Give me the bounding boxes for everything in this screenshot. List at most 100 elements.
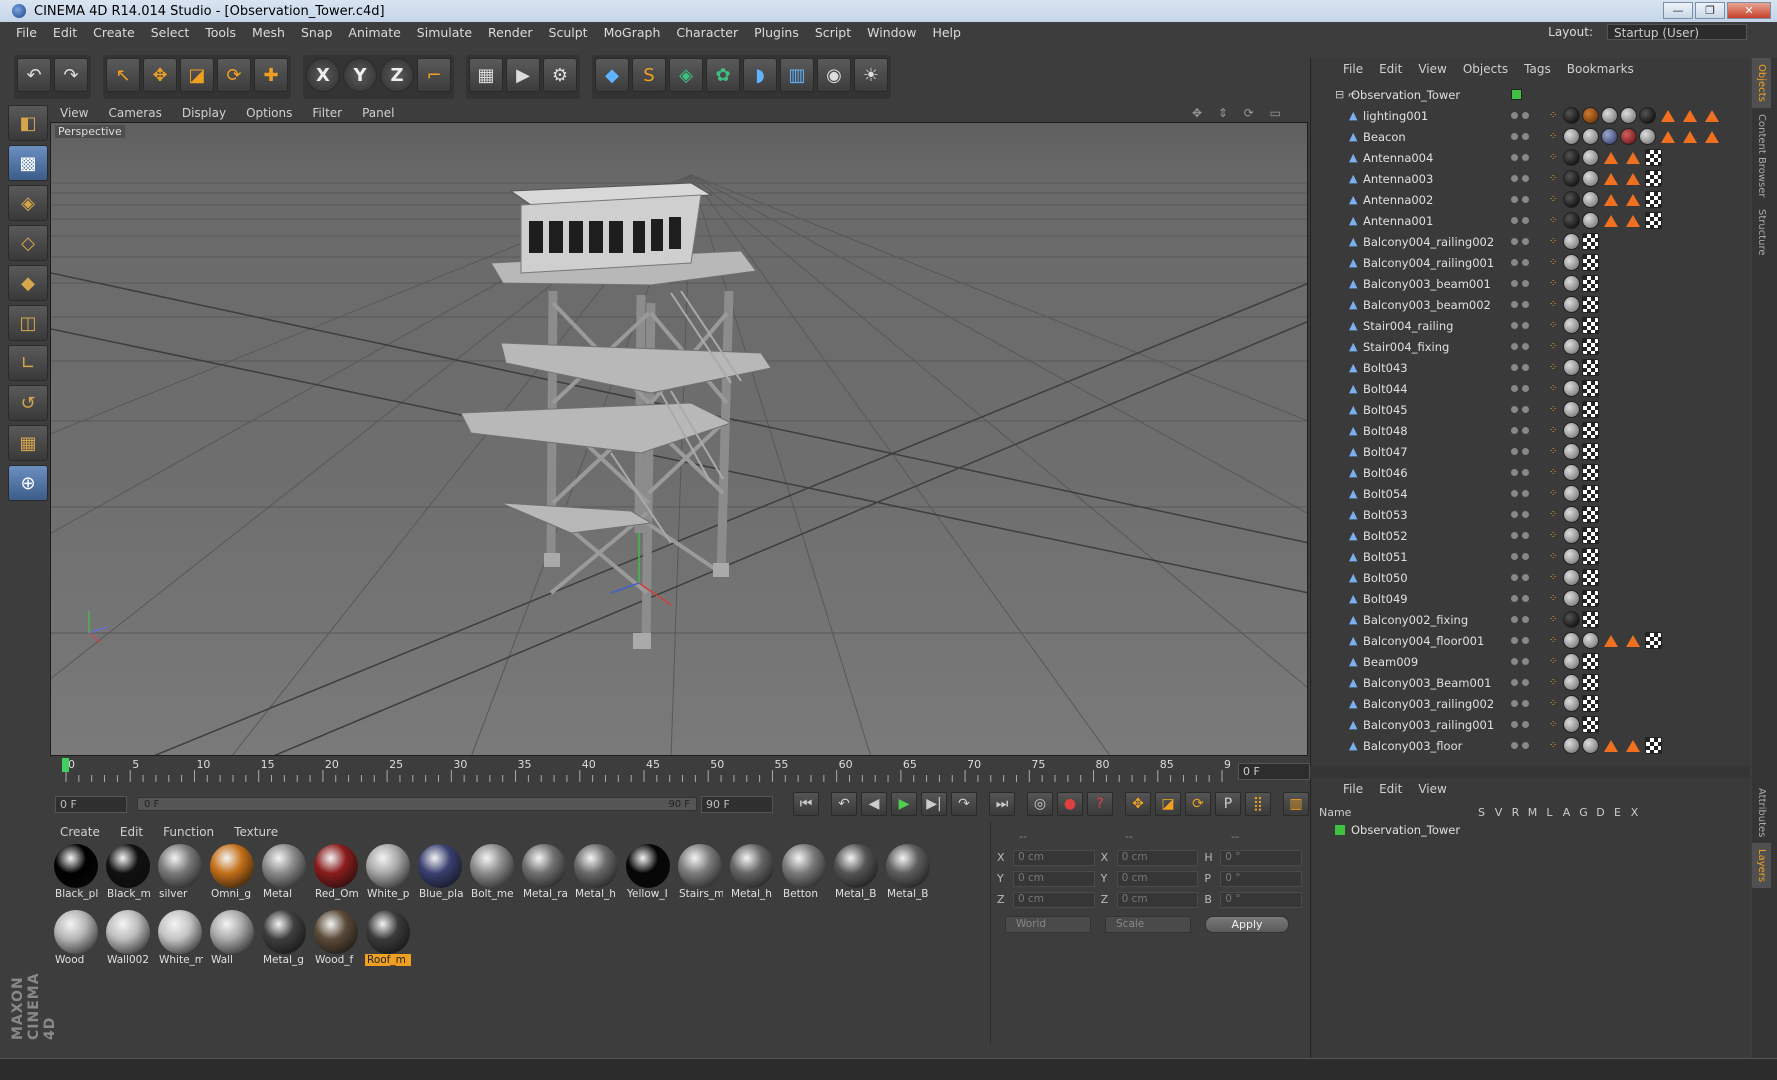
texture-tag-icon[interactable] [1626, 193, 1641, 206]
undo-button[interactable]: ↶ [17, 58, 51, 92]
object-row[interactable]: ▲ Bolt054 ⁘ [1311, 483, 1741, 504]
material-tag-icon[interactable] [1563, 212, 1581, 229]
axis-mode-icon[interactable]: ↺ [8, 385, 48, 421]
visibility-dots[interactable] [1511, 406, 1539, 413]
viewport-menu-cameras[interactable]: Cameras [98, 106, 171, 120]
viewport-nav-icons[interactable]: ✥ ⇕ ⟳ ▭ [1182, 106, 1297, 120]
phong-tag-icon[interactable]: ⁘ [1549, 173, 1557, 184]
texture-tag-icon[interactable] [1604, 739, 1619, 752]
record-position-toggle[interactable]: ✥ [1125, 792, 1151, 816]
record-scale-toggle[interactable]: ◪ [1155, 792, 1181, 816]
uvw-tag-icon[interactable] [1582, 296, 1600, 313]
viewport-menu-view[interactable]: View [50, 106, 98, 120]
visibility-dots[interactable] [1511, 658, 1539, 665]
visibility-dots[interactable] [1511, 595, 1539, 602]
material-tag-icon[interactable] [1601, 107, 1619, 124]
uvw-tag-icon[interactable] [1582, 443, 1600, 460]
visibility-dots[interactable] [1511, 364, 1539, 371]
material-menu-texture[interactable]: Texture [224, 825, 288, 839]
next-frame-button[interactable]: ▶| [921, 792, 947, 816]
render-settings-button[interactable]: ⚙ [543, 58, 577, 92]
texture-tag-icon[interactable] [1604, 172, 1619, 185]
texture-tag-icon[interactable] [1705, 109, 1720, 122]
material-swatch[interactable]: Wall002 [105, 910, 151, 970]
phong-tag-icon[interactable]: ⁘ [1549, 593, 1557, 604]
material-tag-icon[interactable] [1563, 485, 1581, 502]
tab-layers[interactable]: Layers [1752, 843, 1771, 889]
visibility-dots[interactable] [1511, 616, 1539, 623]
uvw-tag-icon[interactable] [1582, 569, 1600, 586]
texture-tag-icon[interactable] [1604, 193, 1619, 206]
material-tag-icon[interactable] [1563, 611, 1581, 628]
minimize-button[interactable]: — [1663, 2, 1693, 19]
material-swatch[interactable]: Metal_B [833, 844, 879, 904]
record-pla-toggle[interactable]: ⣿ [1245, 792, 1271, 816]
material-tag-icon[interactable] [1563, 674, 1581, 691]
material-menu-create[interactable]: Create [50, 825, 110, 839]
rotation-p-field[interactable]: 0 ° [1220, 870, 1302, 887]
object-row[interactable]: ▲ Antenna003 ⁘ [1311, 168, 1741, 189]
phong-tag-icon[interactable]: ⁘ [1549, 236, 1557, 247]
object-tree-root[interactable]: ⊟ ⌐ Observation_Tower [1311, 84, 1741, 105]
texture-tag-icon[interactable] [1604, 151, 1619, 164]
material-tag-icon[interactable] [1563, 254, 1581, 271]
visibility-dots[interactable] [1511, 721, 1539, 728]
uvw-tag-icon[interactable] [1582, 275, 1600, 292]
menu-edit[interactable]: Edit [45, 25, 85, 40]
material-tag-icon[interactable] [1563, 695, 1581, 712]
phong-tag-icon[interactable]: ⁘ [1549, 635, 1557, 646]
move-tool[interactable]: ✥ [143, 58, 177, 92]
visibility-dots[interactable] [1511, 259, 1539, 266]
size-y-field[interactable]: 0 cm [1116, 870, 1199, 887]
phong-tag-icon[interactable]: ⁘ [1549, 131, 1557, 142]
material-tag-icon[interactable] [1582, 212, 1600, 229]
layer-menu-file[interactable]: File [1335, 782, 1371, 796]
object-row[interactable]: ▲ lighting001 ⁘ [1311, 105, 1741, 126]
object-row[interactable]: ▲ Bolt048 ⁘ [1311, 420, 1741, 441]
object-row[interactable]: ▲ Balcony003_railing002 ⁘ [1311, 693, 1741, 714]
camera-button[interactable]: ◉ [817, 58, 851, 92]
visibility-dots[interactable] [1511, 679, 1539, 686]
material-swatch[interactable]: Wood [53, 910, 99, 970]
uvw-tag-icon[interactable] [1582, 716, 1600, 733]
layout-select[interactable]: Startup (User) [1607, 24, 1747, 40]
phong-tag-icon[interactable]: ⁘ [1549, 719, 1557, 730]
material-tag-icon[interactable] [1563, 128, 1581, 145]
phong-tag-icon[interactable]: ⁘ [1549, 698, 1557, 709]
material-swatch[interactable]: Red_Om [313, 844, 359, 904]
viewport-menu-panel[interactable]: Panel [352, 106, 404, 120]
object-row[interactable]: ▲ Bolt045 ⁘ [1311, 399, 1741, 420]
phong-tag-icon[interactable]: ⁘ [1549, 278, 1557, 289]
object-row[interactable]: ▲ Balcony004_floor001 ⁘ [1311, 630, 1741, 651]
visibility-dots[interactable] [1511, 385, 1539, 392]
record-parameter-toggle[interactable]: P [1215, 792, 1241, 816]
timeline-playhead[interactable] [62, 758, 69, 772]
visibility-dots[interactable] [1511, 154, 1539, 161]
record-rotation-toggle[interactable]: ⟳ [1185, 792, 1211, 816]
spline-button[interactable]: S [632, 58, 666, 92]
live-selection-tool[interactable]: ↖ [106, 58, 140, 92]
phong-tag-icon[interactable]: ⁘ [1549, 740, 1557, 751]
object-row[interactable]: ▲ Beam009 ⁘ [1311, 651, 1741, 672]
menu-plugins[interactable]: Plugins [746, 25, 807, 40]
model-mode-icon[interactable]: ▩ [8, 145, 48, 181]
phong-tag-icon[interactable]: ⁘ [1549, 509, 1557, 520]
object-row[interactable]: ▲ Antenna004 ⁘ [1311, 147, 1741, 168]
object-row[interactable]: ▲ Bolt044 ⁘ [1311, 378, 1741, 399]
timeline-mode-button[interactable]: ▥ [1283, 792, 1309, 816]
coordinate-mode-dropdown[interactable]: World [1005, 916, 1091, 933]
object-row[interactable]: ▲ Balcony004_railing001 ⁘ [1311, 252, 1741, 273]
autokeying-button[interactable]: ● [1057, 792, 1083, 816]
object-row[interactable]: ▲ Balcony003_railing001 ⁘ [1311, 714, 1741, 735]
material-tag-icon[interactable] [1582, 128, 1600, 145]
material-tag-icon[interactable] [1563, 191, 1581, 208]
material-tag-icon[interactable] [1582, 191, 1600, 208]
phong-tag-icon[interactable]: ⁘ [1549, 215, 1557, 226]
material-swatch[interactable]: Wood_f [313, 910, 359, 970]
material-tag-icon[interactable] [1563, 527, 1581, 544]
phong-tag-icon[interactable]: ⁘ [1549, 152, 1557, 163]
uvw-tag-icon[interactable] [1645, 191, 1663, 208]
workplane-icon[interactable]: ◇ [8, 225, 48, 261]
material-swatch[interactable]: silver [157, 844, 203, 904]
uvw-tag-icon[interactable] [1582, 506, 1600, 523]
